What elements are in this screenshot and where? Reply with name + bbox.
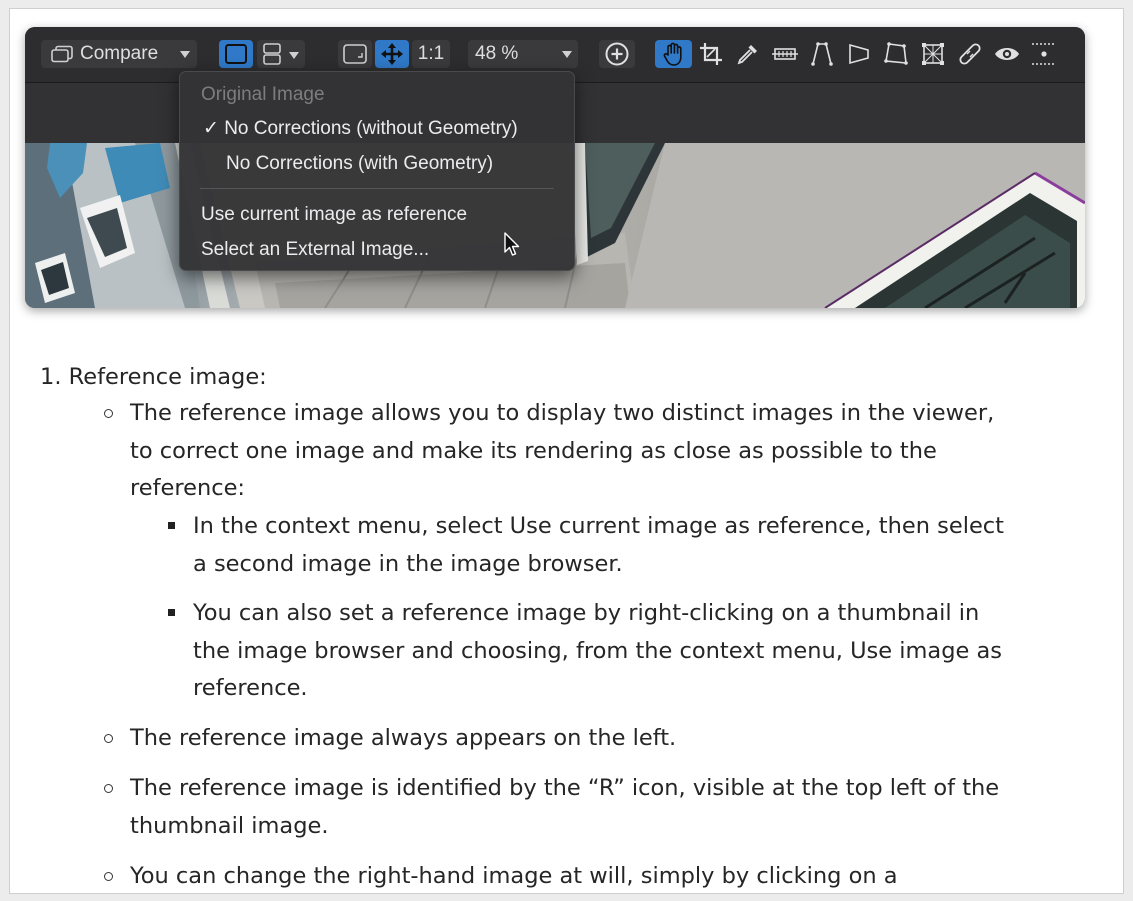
chevron-down-icon[interactable] [561,48,573,60]
menu-item-label: No Corrections (without Geometry) [224,118,518,139]
fit-window-button[interactable] [338,40,372,68]
compare-button[interactable]: Compare [41,40,197,68]
compare-window-icon [51,45,73,63]
repair-icon [958,43,981,65]
zoom-field[interactable]: 48 % [468,40,578,68]
bullet-line: The reference image allows you to displa… [130,400,995,426]
chevron-down-icon[interactable] [179,48,191,60]
chevron-down-icon[interactable] [288,49,300,61]
bullet-line: thumbnail image. [130,812,329,839]
eye-icon [994,48,1019,60]
sub-bullet-line: the image browser and choosing, from the… [193,637,1003,664]
menu-header-original-image: Original Image [201,84,325,105]
sub-bullet-line: In the context menu, select Use current … [193,513,1004,539]
menu-item-no-corrections-without-geometry[interactable]: ✓ No Corrections (without Geometry) [203,115,518,143]
eyedropper-tool[interactable] [729,40,766,68]
menu-item-no-corrections-with-geometry[interactable]: No Corrections (with Geometry) [226,150,493,178]
checkmark-icon: ✓ [203,118,219,139]
eight-point-tool[interactable] [914,40,951,68]
sub-bullet-line: a second image in the image browser. [193,550,623,577]
one-to-one-button[interactable]: 1:1 [412,40,450,68]
vertical-perspective-icon [810,42,833,66]
crop-tool[interactable] [692,40,729,68]
bullet-line: to correct one image and make its render… [130,437,937,464]
rectangle-perspective-tool[interactable] [877,40,914,68]
split-view-icon [263,43,281,65]
fit-window-icon [343,44,367,64]
single-view-button[interactable] [219,40,253,68]
tool-group [655,40,1062,68]
sub-bullet-line: reference. [193,675,308,701]
horizontal-perspective-icon [848,43,869,65]
move-arrows-icon [381,43,403,65]
bullet-circle [104,409,113,418]
hand-icon [663,42,682,66]
zoom-in-button[interactable] [599,40,635,68]
horizon-icon [771,48,798,60]
single-view-icon [225,44,247,64]
vertical-perspective-tool[interactable] [803,40,840,68]
eye-tool[interactable] [988,40,1025,68]
bullet-line: You can change the right-hand image at w… [130,863,898,889]
move-button[interactable] [375,40,409,68]
zoom-value: 48 % [475,43,519,64]
bullet-line: The reference image is identified by the… [130,775,1000,801]
hand-tool[interactable] [655,40,692,68]
menu-separator [200,188,554,189]
split-view-button[interactable] [257,40,305,68]
bullet-circle [104,872,113,881]
mouse-pointer-icon [504,232,520,256]
list-item-reference-image: 1. Reference image: [40,359,267,397]
zoom-in-icon [605,42,629,66]
bullet-line: reference: [130,475,246,501]
list-item-title: Reference image: [68,364,267,390]
eyedropper-icon [737,45,757,65]
bullet-square [168,609,175,616]
white-balance-tool[interactable] [1025,40,1062,68]
app-screenshot: Compare 1:1 48 % Original Image ✓ No Cor… [25,27,1085,308]
repair-tool[interactable] [951,40,988,68]
white-balance-icon [1031,43,1056,65]
menu-item-select-external-image[interactable]: Select an External Image... [201,236,429,264]
one-to-one-label: 1:1 [417,43,445,64]
document-page: Compare 1:1 48 % Original Image ✓ No Cor… [9,8,1124,894]
menu-item-use-current-as-reference[interactable]: Use current image as reference [201,201,467,229]
horizontal-perspective-tool[interactable] [840,40,877,68]
horizon-tool[interactable] [766,40,803,68]
rectangle-perspective-icon [883,42,908,65]
list-number: 1. [40,364,62,390]
eight-point-icon [921,43,944,65]
bullet-circle [104,784,113,793]
bullet-square [168,522,175,529]
bullet-line: The reference image always appears on th… [130,725,677,751]
compare-label: Compare [80,43,159,64]
bullet-circle [104,734,113,743]
sub-bullet-line: You can also set a reference image by ri… [193,600,980,626]
crop-icon [699,43,722,65]
